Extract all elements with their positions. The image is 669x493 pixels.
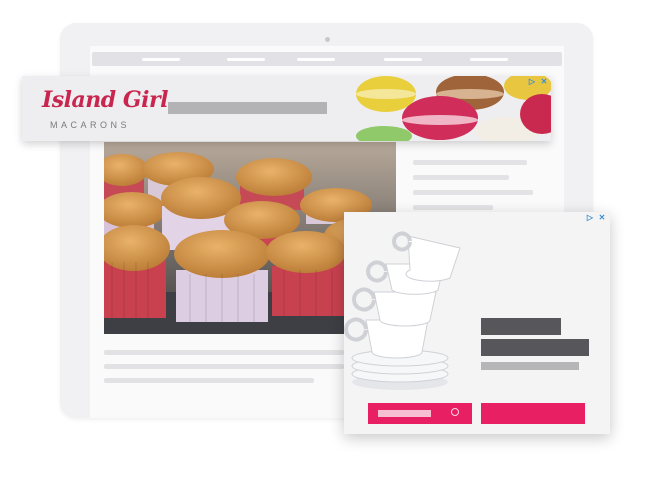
popup-ad-controls: ▷ ✕ <box>585 213 607 223</box>
sidebar-text-line <box>413 175 509 180</box>
ad-choices-icon[interactable]: ▷ <box>585 213 595 223</box>
banner-headline-placeholder <box>168 102 327 114</box>
popup-headline-placeholder <box>481 318 561 335</box>
nav-item[interactable] <box>227 58 265 61</box>
article-text-line <box>104 364 344 369</box>
button-label-placeholder <box>378 410 431 417</box>
popup-headline-placeholder <box>481 339 589 356</box>
nav-item[interactable] <box>470 58 508 61</box>
macarons-image <box>352 76 551 141</box>
nav-item[interactable] <box>384 58 422 61</box>
popup-subtext-placeholder <box>481 362 579 370</box>
tablet-camera <box>325 37 330 42</box>
radio-icon <box>451 408 459 416</box>
nav-item[interactable] <box>297 58 335 61</box>
article-text-line <box>104 350 344 355</box>
close-icon[interactable]: ✕ <box>597 213 607 223</box>
popup-ad[interactable] <box>344 212 610 434</box>
sidebar-text-line <box>413 205 493 210</box>
ad-choices-icon[interactable]: ▷ <box>527 77 537 87</box>
stacked-cups-image <box>344 212 474 398</box>
brand-tagline: MACARONS <box>50 120 131 130</box>
nav-item[interactable] <box>142 58 180 61</box>
sidebar-text-line <box>413 190 533 195</box>
brand-name: Island Girl <box>42 87 168 113</box>
banner-ad-controls: ▷ ✕ <box>527 77 549 87</box>
popup-secondary-button[interactable] <box>481 403 585 424</box>
article-text-line <box>104 378 314 383</box>
sidebar-text-line <box>413 160 527 165</box>
close-icon[interactable]: ✕ <box>539 77 549 87</box>
